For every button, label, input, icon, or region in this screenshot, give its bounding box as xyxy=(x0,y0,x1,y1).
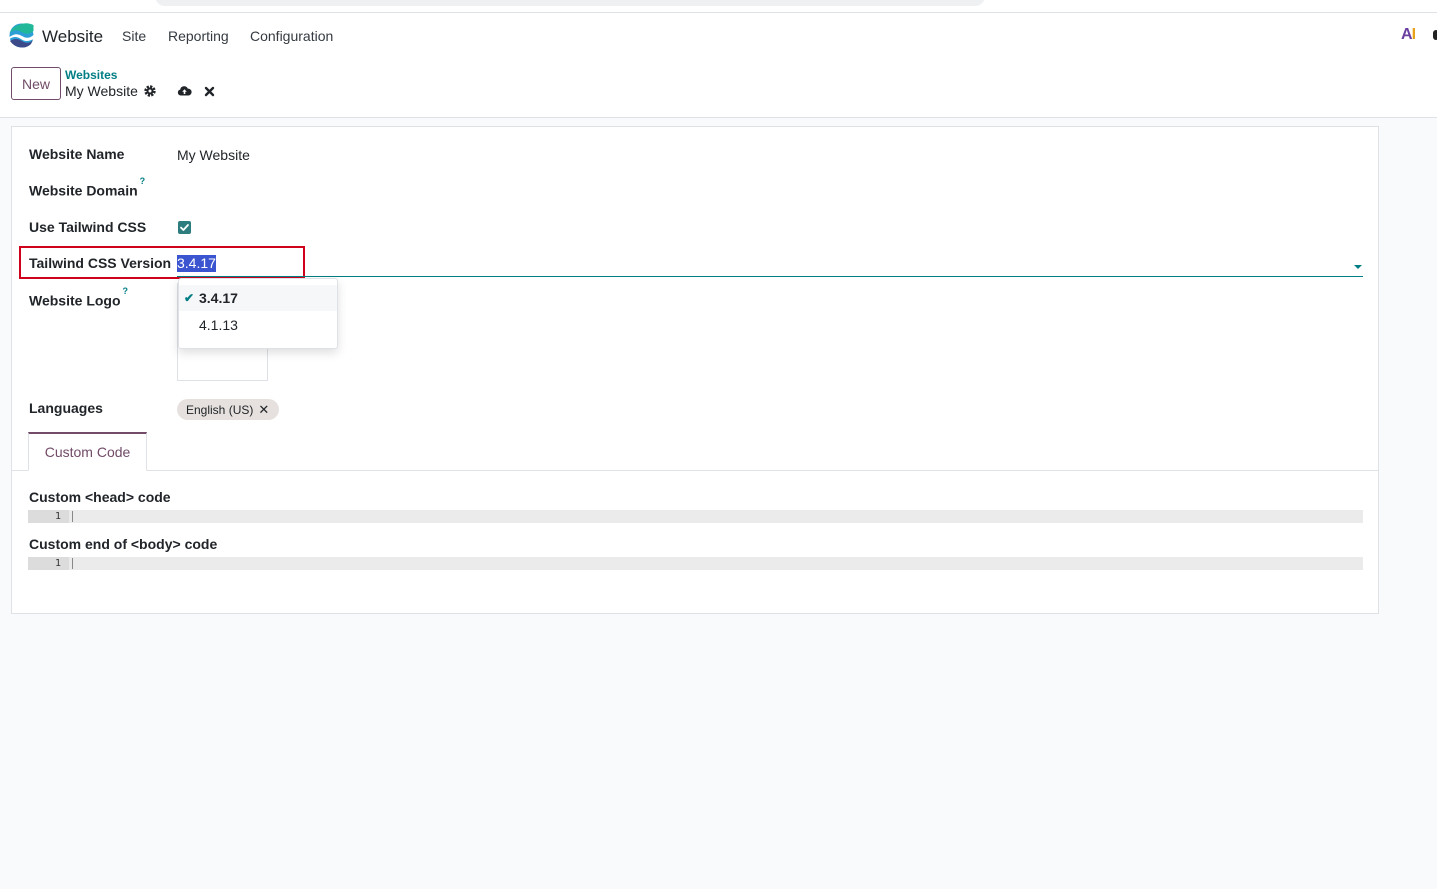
menu-configuration[interactable]: Configuration xyxy=(250,28,333,44)
custom-head-editor[interactable]: 1 xyxy=(28,510,1363,523)
address-bar[interactable] xyxy=(155,0,985,6)
languages-label: Languages xyxy=(29,400,103,416)
new-button[interactable]: New xyxy=(11,67,61,100)
menu-site[interactable]: Site xyxy=(122,28,146,44)
gear-icon[interactable] xyxy=(143,84,157,98)
website-domain-field[interactable] xyxy=(177,182,1363,202)
browser-top-strip xyxy=(0,0,1437,13)
tab-custom-code[interactable]: Custom Code xyxy=(28,432,147,471)
version-dropdown-menu: ✔ 3.4.17 4.1.13 xyxy=(178,278,338,349)
save-cloud-icon[interactable] xyxy=(177,84,192,98)
tailwind-version-select[interactable]: 3.4.17 xyxy=(177,255,216,272)
dropdown-option-4-1-13[interactable]: 4.1.13 xyxy=(179,312,337,338)
website-domain-label: Website Domain? xyxy=(29,176,146,199)
tailwind-version-underline xyxy=(177,276,1363,277)
main-navbar: Website Site Reporting Configuration AI xyxy=(0,13,1437,59)
custom-head-label: Custom <head> code xyxy=(29,489,171,505)
remove-tag-icon[interactable]: ✕ xyxy=(258,402,269,417)
language-tag: English (US) ✕ xyxy=(177,399,280,420)
dropdown-option-3-4-17[interactable]: ✔ 3.4.17 xyxy=(179,285,337,311)
chevron-down-icon[interactable] xyxy=(1354,265,1362,269)
use-tailwind-checkbox[interactable] xyxy=(178,221,191,234)
tabs-divider xyxy=(12,470,1378,471)
website-name-field[interactable]: My Website xyxy=(177,147,250,163)
menu-reporting[interactable]: Reporting xyxy=(168,28,229,44)
text-cursor xyxy=(72,511,73,522)
discard-icon[interactable] xyxy=(204,86,215,97)
use-tailwind-label: Use Tailwind CSS xyxy=(29,219,147,235)
breadcrumb-parent[interactable]: Websites xyxy=(65,68,117,82)
tailwind-version-label: Tailwind CSS Version xyxy=(29,255,172,271)
website-app-icon[interactable] xyxy=(9,23,34,48)
website-logo-label: Website Logo? xyxy=(29,286,129,309)
website-name-label: Website Name xyxy=(29,146,125,162)
breadcrumb-current: My Website xyxy=(65,83,138,99)
line-number: 1 xyxy=(28,510,69,523)
line-number: 1 xyxy=(28,557,69,570)
check-icon xyxy=(180,224,189,231)
help-icon[interactable]: ? xyxy=(140,176,146,186)
user-avatar-edge[interactable] xyxy=(1433,30,1437,40)
custom-body-label: Custom end of <body> code xyxy=(29,536,218,552)
ai-assistant-icon[interactable]: AI xyxy=(1401,26,1416,44)
app-name[interactable]: Website xyxy=(42,27,103,47)
help-icon[interactable]: ? xyxy=(123,286,129,296)
text-cursor xyxy=(72,558,73,569)
checkmark-icon: ✔ xyxy=(184,291,195,305)
form-sheet: Website Name My Website Website Domain? … xyxy=(11,126,1379,614)
custom-body-editor[interactable]: 1 xyxy=(28,557,1363,570)
control-panel: New Websites My Website xyxy=(0,59,1437,118)
